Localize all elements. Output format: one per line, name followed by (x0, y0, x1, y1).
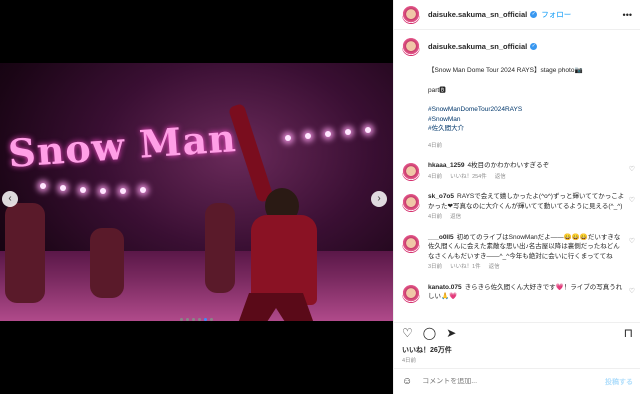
carousel-dot-active (204, 318, 207, 321)
caption-line: 【Snow Man Dome Tour 2024 RAYS】stage phot… (428, 67, 583, 74)
add-comment-bar: ☺ 投稿する (394, 368, 640, 394)
comment-input[interactable] (422, 378, 605, 385)
comment-text: 初めてのライブはSnowManだよ——😄😄😄だいすきな佐久間くんに会えた素敵な思… (428, 233, 621, 260)
post-caption: 【Snow Man Dome Tour 2024 RAYS】stage phot… (394, 66, 640, 151)
likes-count[interactable]: いいね！26万件 (402, 345, 452, 355)
carousel-dot (192, 318, 195, 321)
verified-badge-icon: ✓ (530, 43, 538, 50)
avatar[interactable] (402, 5, 420, 24)
comment-likes[interactable]: いいね！254件 (450, 174, 487, 180)
avatar[interactable] (402, 194, 420, 212)
comment-likes[interactable]: いいね！1件 (450, 264, 481, 270)
carousel-dot (210, 318, 213, 321)
comment-text: 4枚目のかわかわいすぎるぞ (467, 162, 550, 169)
verified-badge-icon: ✓ (530, 11, 538, 18)
stage-photo[interactable]: Snow Man (0, 63, 393, 321)
comment-like-icon[interactable]: ♡ (629, 165, 635, 173)
reply-button[interactable]: 返信 (489, 264, 500, 270)
like-heart-icon[interactable]: ♡ (402, 326, 413, 340)
post-comment-button[interactable]: 投稿する (605, 377, 633, 387)
comments-scroll-area[interactable]: daisuke.sakuma_sn_official ✓ 【Snow Man D… (394, 30, 640, 320)
stage-light (325, 131, 331, 137)
stage-floor (0, 251, 393, 321)
bookmark-icon[interactable]: ⊓ (624, 326, 633, 340)
stage-light (120, 188, 126, 194)
caption-username[interactable]: daisuke.sakuma_sn_official (428, 42, 527, 56)
comment-username[interactable]: hkaaa_1259 (428, 162, 465, 169)
comment-username[interactable]: kanato.075 (428, 284, 462, 291)
performer-jacket (251, 215, 317, 305)
backup-dancer (5, 203, 45, 303)
backup-dancer (90, 228, 124, 298)
comment-text: RAYSで会えて嬉しかったよ(^o^)ずっと輝いててかっこよかった❤写真なのに大… (428, 193, 625, 210)
more-options-icon[interactable]: ••• (623, 10, 632, 20)
comment-username[interactable]: ___o0ll5 (428, 234, 454, 241)
post-side-panel: daisuke.sakuma_sn_official ✓ フォロー ••• da… (393, 0, 640, 394)
media-panel: Snow Man ‹ › (0, 0, 393, 394)
stage-sign: Snow Man (6, 115, 238, 176)
avatar[interactable] (402, 38, 420, 56)
reply-button[interactable]: 返信 (450, 214, 461, 220)
avatar[interactable] (402, 163, 420, 181)
hashtag-link[interactable]: #SnowManDomeTour2024RAYS (428, 105, 633, 115)
carousel-dot (198, 318, 201, 321)
next-image-button[interactable]: › (371, 191, 387, 207)
comment-like-icon[interactable]: ♡ (629, 196, 635, 204)
reply-button[interactable]: 返信 (495, 174, 506, 180)
post-date: 4日前 (402, 358, 417, 364)
carousel-dot (186, 318, 189, 321)
comment-time: 4日前 (428, 214, 443, 220)
hashtag-link[interactable]: #SnowMan (428, 115, 633, 125)
carousel-dot (180, 318, 183, 321)
comment-like-icon[interactable]: ♡ (629, 237, 635, 245)
carousel-indicator (0, 318, 393, 321)
caption-header: daisuke.sakuma_sn_official ✓ (394, 30, 640, 56)
stage-light (40, 183, 46, 189)
comment-item: ___o0ll5 初めてのライブはSnowManだよ——😄😄😄だいすきな佐久間くん… (394, 233, 640, 273)
stage-light (345, 129, 351, 135)
stage-light (140, 187, 146, 193)
comment-item: hkaaa_1259 4枚目のかわかわいすぎるぞ 4日前 いいね！254件 返信 ♡ (394, 161, 640, 182)
stage-light (100, 188, 106, 194)
post-header: daisuke.sakuma_sn_official ✓ フォロー ••• (394, 0, 640, 30)
stage-light (60, 185, 66, 191)
previous-image-button[interactable]: ‹ (2, 191, 18, 207)
comment-item: kanato.075 きらきら佐久間くん大好きです💗！ライブの写真うれしい🙏💗 ♡ (394, 283, 640, 303)
header-username[interactable]: daisuke.sakuma_sn_official (428, 10, 527, 19)
emoji-smile-icon[interactable]: ☺ (402, 376, 412, 387)
stage-light (365, 127, 371, 133)
comment-like-icon[interactable]: ♡ (629, 287, 635, 295)
comment-item: sk_o7o5 RAYSで会えて嬉しかったよ(^o^)ずっと輝いててかっこよかった… (394, 192, 640, 223)
post-actions-bar: ♡ ◯ ➤ ⊓ (394, 322, 640, 342)
stage-light (80, 187, 86, 193)
comment-time: 3日前 (428, 264, 443, 270)
avatar[interactable] (402, 234, 420, 253)
share-send-icon[interactable]: ➤ (446, 326, 456, 340)
avatar[interactable] (402, 284, 420, 303)
main-performer (215, 102, 325, 321)
follow-button[interactable]: フォロー (541, 9, 571, 20)
comment-username[interactable]: sk_o7o5 (428, 193, 454, 200)
caption-timestamp: 4日前 (428, 142, 443, 149)
caption-line: part🅱 (428, 86, 446, 94)
performer-arm (227, 102, 275, 204)
post-dialog: Snow Man ‹ › daisuke.sakuma_sn_official … (0, 0, 640, 394)
hashtag-link[interactable]: #佐久間大介 (428, 124, 633, 134)
comment-bubble-icon[interactable]: ◯ (423, 326, 436, 340)
comment-time: 4日前 (428, 173, 443, 180)
